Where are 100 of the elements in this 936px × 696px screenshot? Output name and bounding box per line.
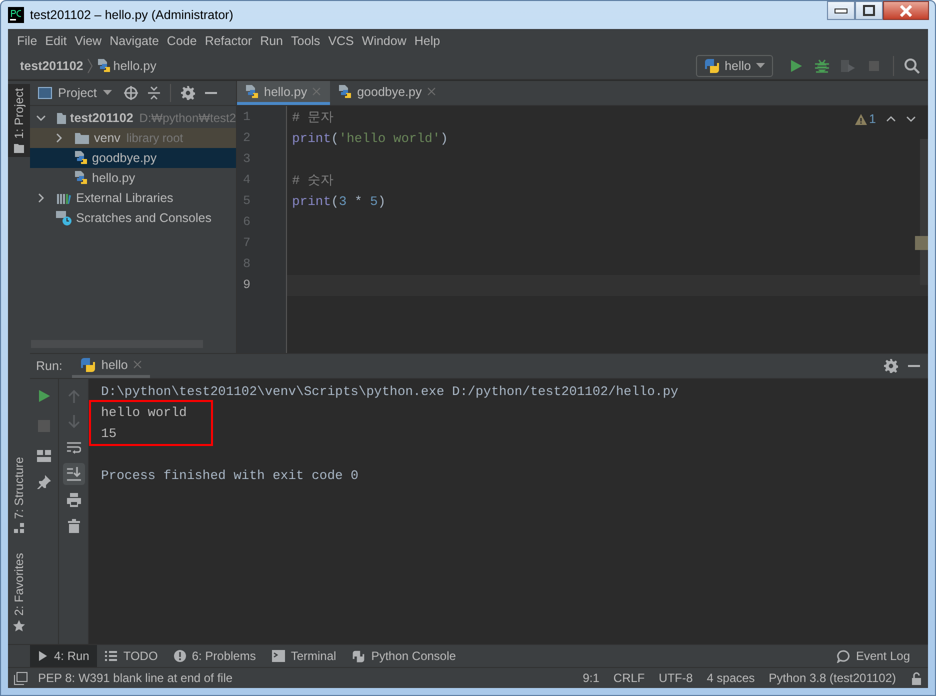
tree-item[interactable]: goodbye.py <box>30 148 236 168</box>
breadcrumb-item[interactable]: test201102 <box>20 59 84 73</box>
pin-icon <box>37 475 51 489</box>
python-icon <box>80 356 96 372</box>
play-icon <box>38 651 48 661</box>
star-icon <box>13 620 25 632</box>
menu-item[interactable]: Code <box>162 34 201 48</box>
play-icon <box>37 389 51 403</box>
scroll-button[interactable] <box>62 463 84 485</box>
menu-item[interactable]: VCS <box>324 34 358 48</box>
printer-icon <box>66 493 80 507</box>
menu-item[interactable]: View <box>70 34 106 48</box>
console-line: hello world <box>101 404 187 422</box>
tree-item[interactable]: venv library root <box>30 128 236 148</box>
minimize-button[interactable] <box>827 1 855 20</box>
speech-bubble-icon <box>836 650 850 662</box>
menu-item[interactable]: Window <box>358 34 410 48</box>
code-line: print('hello world') <box>292 131 448 146</box>
stop-icon <box>38 420 50 432</box>
python-file-icon <box>245 84 259 100</box>
menu-item[interactable]: Tools <box>287 34 324 48</box>
menu-item[interactable]: File <box>13 34 42 48</box>
exclamation-icon <box>174 650 186 662</box>
minimize-icon[interactable] <box>204 92 217 94</box>
coverage-icon <box>840 59 856 73</box>
tree-item[interactable]: External Libraries <box>30 188 236 208</box>
run-label: Run: <box>36 359 62 373</box>
breadcrumb-item[interactable]: hello.py <box>113 59 156 73</box>
tool-window-button[interactable]: 4: Run <box>30 645 98 667</box>
python-icon <box>352 650 366 662</box>
status-item[interactable]: UTF-8 <box>658 671 693 685</box>
caret-icon <box>102 90 112 96</box>
settings-icon[interactable] <box>884 359 898 373</box>
trash-icon <box>68 519 80 533</box>
python-file-icon <box>74 170 88 186</box>
maximize-button[interactable] <box>855 1 883 20</box>
close-button[interactable] <box>883 1 929 20</box>
code-line: # 숫자 <box>292 173 334 188</box>
project-tool-button[interactable]: 1: Project <box>8 84 30 157</box>
tree-item[interactable]: Scratches and Consoles <box>30 208 236 228</box>
editor-tab[interactable]: hello.py <box>237 81 330 105</box>
folder-icon <box>56 112 66 124</box>
status-item[interactable]: Python 3.8 (test201102) <box>768 671 896 685</box>
down-arrow-icon <box>68 415 80 429</box>
run-config-dropdown[interactable]: hello <box>696 55 773 77</box>
caret-icon <box>756 63 765 69</box>
project-view-dropdown[interactable]: Project <box>36 86 114 100</box>
close-icon <box>899 4 913 16</box>
tree-item[interactable]: test201102 D:₩python₩test2 <box>30 108 236 128</box>
window-title: test201102 – hello.py (Administrator) <box>30 8 234 22</box>
tool-window-button[interactable]: 6: Problems <box>166 645 264 667</box>
python-file-icon <box>74 150 88 166</box>
menu-item[interactable]: Refactor <box>200 34 256 48</box>
play-icon <box>789 59 803 73</box>
menu-item[interactable]: Help <box>410 34 444 48</box>
status-item[interactable]: 4 spaces <box>706 671 755 685</box>
tool-windows-icon[interactable] <box>14 672 28 684</box>
settings-icon[interactable] <box>180 86 195 100</box>
menu-item[interactable]: Navigate <box>106 34 163 48</box>
lock-icon[interactable] <box>910 672 922 684</box>
scroll-to-end-icon <box>66 467 80 481</box>
window-icon <box>38 87 52 99</box>
previous-icon[interactable] <box>886 116 896 122</box>
folder-icon <box>74 132 90 144</box>
locate-icon[interactable] <box>124 86 138 100</box>
tree-item[interactable]: hello.py <box>30 168 236 188</box>
menu-item[interactable]: Run <box>256 34 287 48</box>
event-log-button[interactable]: Event Log <box>828 645 918 667</box>
list-icon <box>105 651 118 661</box>
bug-icon <box>815 59 829 73</box>
menu-item[interactable]: Edit <box>41 34 71 48</box>
search-icon[interactable] <box>904 58 920 74</box>
chevron-icon <box>87 58 94 74</box>
stop-icon <box>867 59 881 73</box>
python-icon <box>704 58 720 74</box>
editor-tab[interactable]: goodbye.py <box>330 81 445 105</box>
code-line: # 문자 <box>292 110 334 125</box>
scratches-icon <box>56 210 72 226</box>
tool-window-button[interactable]: TODO <box>97 645 166 667</box>
console-line: 15 <box>101 425 118 443</box>
warning-marker[interactable] <box>915 236 928 250</box>
favorites-tool-button[interactable]: 2: Favorites <box>8 549 30 636</box>
tool-window-button[interactable]: Terminal <box>264 645 344 667</box>
up-arrow-icon <box>68 389 80 403</box>
structure-tool-button[interactable]: 7: Structure <box>8 453 30 538</box>
warning-count[interactable]: 1 <box>869 112 876 126</box>
terminal-icon <box>272 650 285 662</box>
collapse-all-icon[interactable] <box>148 86 160 100</box>
status-message: PEP 8: W391 blank line at end of file <box>38 671 233 685</box>
console-line: Process finished with exit code 0 <box>101 467 360 485</box>
library-icon <box>56 192 72 204</box>
console-line: D:\python\test201102\venv\Scripts\python.exe D:/python/test201102/hello.py <box>101 383 680 401</box>
next-icon[interactable] <box>906 116 916 122</box>
python-file-icon <box>97 58 112 74</box>
tool-window-button[interactable]: Python Console <box>344 645 464 667</box>
warning-icon <box>855 114 868 124</box>
status-item[interactable]: CRLF <box>613 671 645 685</box>
chevron-icon[interactable] <box>36 193 46 203</box>
maximize-icon <box>862 4 876 16</box>
status-item[interactable]: 9:1 <box>582 671 600 685</box>
